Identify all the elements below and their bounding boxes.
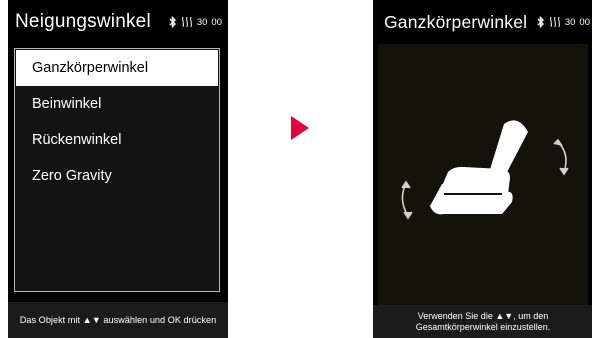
battery-level-text: 30 <box>196 16 208 28</box>
bluetooth-icon <box>169 16 177 28</box>
arrow-down-icon: ▼ <box>91 315 101 325</box>
status-bar: Ganzkörperwinkel 30 00 <box>373 0 592 44</box>
angle-illustration <box>378 44 588 305</box>
status-icons: 30 00 <box>537 0 590 44</box>
status-icons: 30 00 <box>169 0 222 44</box>
timer-text: 00 <box>211 16 222 28</box>
heat-icon <box>549 16 561 28</box>
heat-icon <box>181 16 193 28</box>
next-arrow-icon <box>291 116 309 140</box>
menu-screen: Neigungswinkel 30 00 Ganzkörperwinkel Be… <box>8 0 228 338</box>
hint-bar: Verwenden Sie die ▲▼, um den Gesamtkörpe… <box>373 305 592 338</box>
arrow-down-icon: ▼ <box>504 310 514 321</box>
status-bar: Neigungswinkel 30 00 <box>8 0 228 44</box>
screen-title: Neigungswinkel <box>15 11 151 32</box>
rotate-left-icon <box>401 180 413 220</box>
menu-item-rueckenwinkel[interactable]: Rückenwinkel <box>15 122 219 158</box>
recliner-chair-icon <box>430 120 528 215</box>
battery-level-text: 30 <box>564 16 576 28</box>
timer-text: 00 <box>579 16 590 28</box>
menu-item-beinwinkel[interactable]: Beinwinkel <box>15 86 219 122</box>
bluetooth-icon <box>537 16 545 28</box>
hint-text-after: , um den <box>513 310 549 321</box>
hint-text-before: Das Objekt mit <box>19 315 81 325</box>
menu-item-ganzkoerperwinkel[interactable]: Ganzkörperwinkel <box>16 50 218 86</box>
menu-list: Ganzkörperwinkel Beinwinkel Rückenwinkel… <box>14 48 220 292</box>
arrow-up-icon: ▲ <box>82 315 92 325</box>
hint-text-after: auswählen und OK drücken <box>103 315 217 325</box>
hint-text-before: Verwenden Sie die <box>417 310 493 321</box>
hint-line-1: Verwenden Sie die ▲▼, um den <box>373 311 592 322</box>
angle-screen: Ganzkörperwinkel 30 00 Verwenden Sie die… <box>373 0 592 338</box>
menu-item-zero-gravity[interactable]: Zero Gravity <box>15 158 219 194</box>
hint-bar: Das Objekt mit ▲▼ auswählen und OK drück… <box>8 302 228 338</box>
screen-title: Ganzkörperwinkel <box>384 11 528 32</box>
rotate-right-icon <box>553 138 569 176</box>
hint-line-2: Gesamtkörperwinkel einzustellen. <box>415 321 551 332</box>
arrow-up-icon: ▲ <box>495 310 505 321</box>
